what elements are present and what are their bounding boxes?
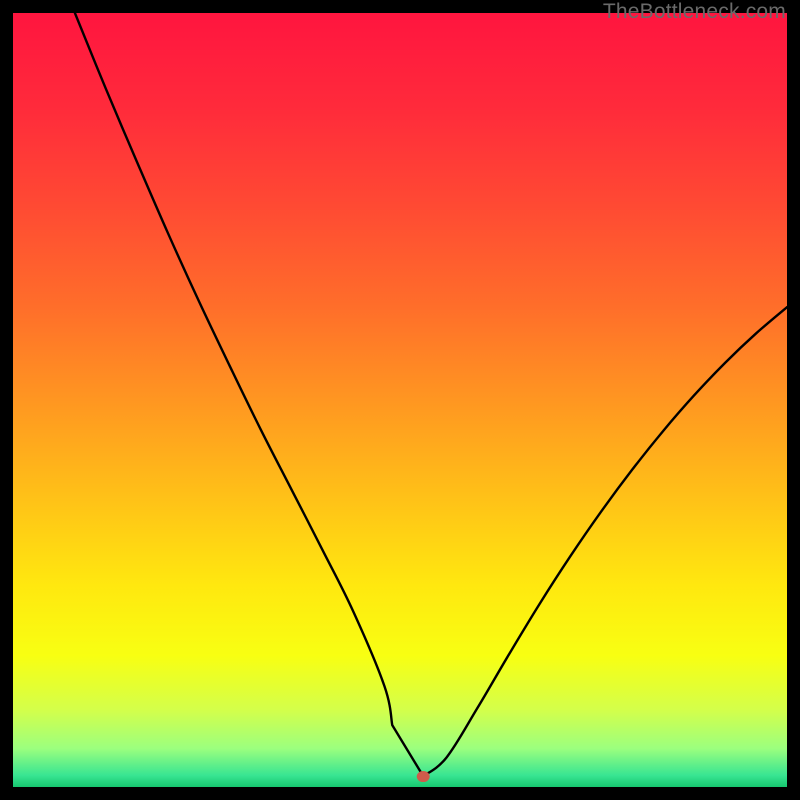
bottleneck-chart [13, 13, 787, 787]
optimal-marker [417, 771, 430, 782]
attribution-label: TheBottleneck.com [603, 0, 786, 24]
gradient-background [13, 13, 787, 787]
chart-frame [13, 13, 787, 787]
